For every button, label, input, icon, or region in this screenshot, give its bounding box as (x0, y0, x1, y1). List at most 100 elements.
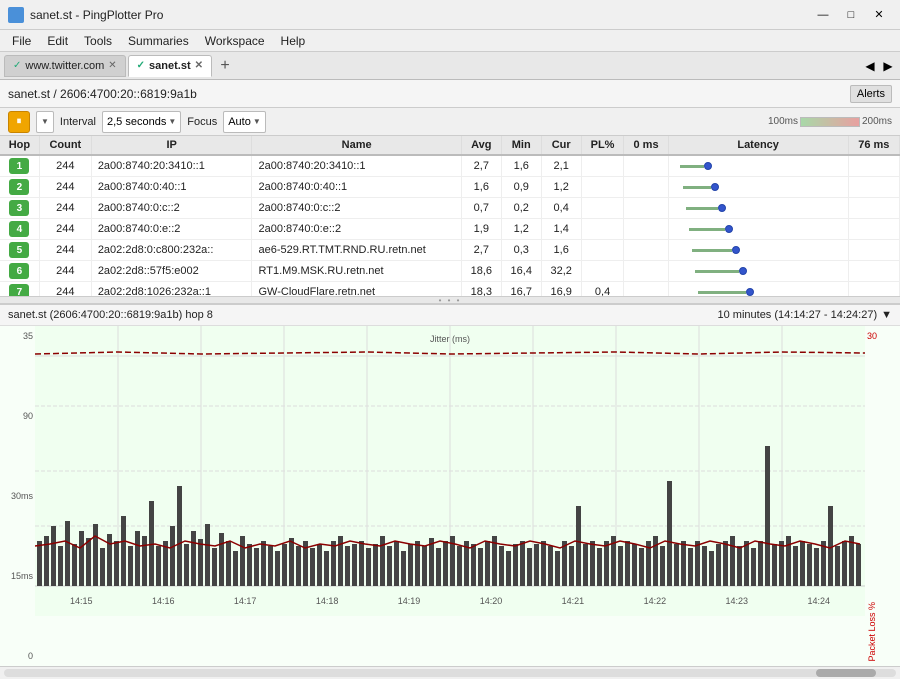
latency-zero-cell (624, 155, 668, 177)
col-count: Count (39, 136, 91, 155)
pl-cell (581, 261, 624, 282)
hop-number: 3 (9, 200, 29, 216)
resize-handle[interactable]: • • • (0, 296, 900, 304)
chart-header: sanet.st (2606:4700:20::6819:9a1b) hop 8… (0, 305, 900, 326)
x-label-1419: 14:19 (398, 596, 421, 616)
y-label-15ms: 15ms (2, 571, 33, 581)
hop-number: 1 (9, 158, 29, 174)
latency-max-cell (848, 240, 899, 261)
name-cell: 2a00:8740:0:e::2 (252, 219, 461, 240)
menu-tools[interactable]: Tools (76, 32, 120, 50)
ip-cell: 2a00:8740:0:c::2 (91, 198, 252, 219)
hop-number: 7 (9, 284, 29, 296)
table-row[interactable]: 4 244 2a00:8740:0:e::2 2a00:8740:0:e::2 … (0, 219, 900, 240)
latency-graph-cell (668, 198, 848, 219)
latency-graph-cell (668, 219, 848, 240)
lower-section: sanet.st (2606:4700:20::6819:9a1b) hop 8… (0, 304, 900, 666)
focus-label: Focus (187, 116, 217, 128)
pause-button[interactable]: ⏸ (8, 111, 30, 133)
count-cell: 244 (39, 155, 91, 177)
chart-time-range: 10 minutes (14:14:27 - 14:24:27) (718, 309, 878, 321)
name-cell: ae6-529.RT.TMT.RND.RU.retn.net (252, 240, 461, 261)
table-row[interactable]: 6 244 2a02:2d8::57f5:e002 RT1.M9.MSK.RU.… (0, 261, 900, 282)
hop-cell: 6 (0, 261, 39, 282)
table-row[interactable]: 7 244 2a02:2d8:1026:232a::1 GW-CloudFlar… (0, 282, 900, 297)
min-cell: 16,7 (501, 282, 541, 297)
tab-twitter-close[interactable]: ✕ (108, 60, 116, 71)
alerts-button[interactable]: Alerts (850, 85, 892, 103)
col-ip: IP (91, 136, 252, 155)
tab-sanet-close[interactable]: ✕ (195, 60, 203, 71)
col-latency: Latency (668, 136, 848, 155)
x-label-1417: 14:17 (234, 596, 257, 616)
count-cell: 244 (39, 240, 91, 261)
menu-summaries[interactable]: Summaries (120, 32, 197, 50)
tab-twitter-label: www.twitter.com (25, 60, 104, 72)
minimize-button[interactable]: — (810, 5, 836, 25)
interval-select[interactable]: 2,5 seconds ▼ (102, 111, 181, 133)
menu-bar: File Edit Tools Summaries Workspace Help (0, 30, 900, 52)
latency-max-cell (848, 261, 899, 282)
table-row[interactable]: 5 244 2a02:2d8:0:c800:232a:: ae6-529.RT.… (0, 240, 900, 261)
tab-prev-button[interactable]: ◀ (862, 58, 878, 74)
hop-cell: 2 (0, 177, 39, 198)
col-pl: PL% (581, 136, 624, 155)
hop-cell: 1 (0, 155, 39, 177)
chart-area: sanet.st (2606:4700:20::6819:9a1b) hop 8… (0, 304, 900, 666)
pause-dropdown[interactable]: ▼ (36, 111, 54, 133)
y-label-30ms: 30ms (2, 491, 33, 501)
latency-zero-cell (624, 198, 668, 219)
x-label-1422: 14:22 (644, 596, 667, 616)
scroll-track[interactable] (4, 669, 896, 677)
latency-graph-cell (668, 240, 848, 261)
scroll-thumb[interactable] (816, 669, 876, 677)
name-cell: GW-CloudFlare.retn.net (252, 282, 461, 297)
col-latency-max: 76 ms (848, 136, 899, 155)
cur-cell: 32,2 (541, 261, 581, 282)
chart-expand-button[interactable]: ▼ (881, 309, 892, 321)
table-row[interactable]: 1 244 2a00:8740:20:3410::1 2a00:8740:20:… (0, 155, 900, 177)
x-label-1423: 14:23 (726, 596, 749, 616)
col-avg: Avg (461, 136, 501, 155)
tab-sanet[interactable]: ✓ sanet.st ✕ (128, 55, 212, 77)
tab-next-button[interactable]: ▶ (880, 58, 896, 74)
table-row[interactable]: 2 244 2a00:8740:0:40::1 2a00:8740:0:40::… (0, 177, 900, 198)
title-bar: sanet.st - PingPlotter Pro — □ ✕ (0, 0, 900, 30)
min-cell: 1,6 (501, 155, 541, 177)
avg-cell: 0,7 (461, 198, 501, 219)
menu-workspace[interactable]: Workspace (197, 32, 273, 50)
min-cell: 16,4 (501, 261, 541, 282)
y-right-30: 30 (867, 331, 898, 341)
ip-cell: 2a02:2d8:1026:232a::1 (91, 282, 252, 297)
y-axis-right: 30 Packet Loss % (865, 326, 900, 666)
tab-twitter[interactable]: ✓ www.twitter.com ✕ (4, 55, 126, 77)
latency-max-cell (848, 282, 899, 297)
focus-select[interactable]: Auto ▼ (223, 111, 266, 133)
cur-cell: 1,2 (541, 177, 581, 198)
interval-label: Interval (60, 116, 96, 128)
min-cell: 0,3 (501, 240, 541, 261)
menu-edit[interactable]: Edit (39, 32, 76, 50)
focus-arrow-icon: ▼ (253, 117, 261, 126)
tab-sanet-label: sanet.st (149, 60, 191, 72)
table-row[interactable]: 3 244 2a00:8740:0:c::2 2a00:8740:0:c::2 … (0, 198, 900, 219)
close-button[interactable]: ✕ (866, 5, 892, 25)
add-tab-button[interactable]: + (214, 55, 236, 77)
chart-title: sanet.st (2606:4700:20::6819:9a1b) hop 8 (8, 309, 718, 321)
avg-cell: 2,7 (461, 240, 501, 261)
y-label-35: 35 (2, 331, 33, 341)
hop-number: 6 (9, 263, 29, 279)
ip-cell: 2a00:8740:0:e::2 (91, 219, 252, 240)
chart-svg (35, 326, 865, 616)
pl-cell (581, 198, 624, 219)
latency-zero-cell (624, 219, 668, 240)
count-cell: 244 (39, 261, 91, 282)
maximize-button[interactable]: □ (838, 5, 864, 25)
menu-file[interactable]: File (4, 32, 39, 50)
scale-100ms: 100ms (768, 116, 798, 127)
y-axis-left: 35 90 30ms 15ms 0 (0, 326, 35, 666)
menu-help[interactable]: Help (273, 32, 314, 50)
scale-200ms: 200ms (862, 116, 892, 127)
table-body: 1 244 2a00:8740:20:3410::1 2a00:8740:20:… (0, 155, 900, 296)
focus-value: Auto (228, 116, 251, 128)
